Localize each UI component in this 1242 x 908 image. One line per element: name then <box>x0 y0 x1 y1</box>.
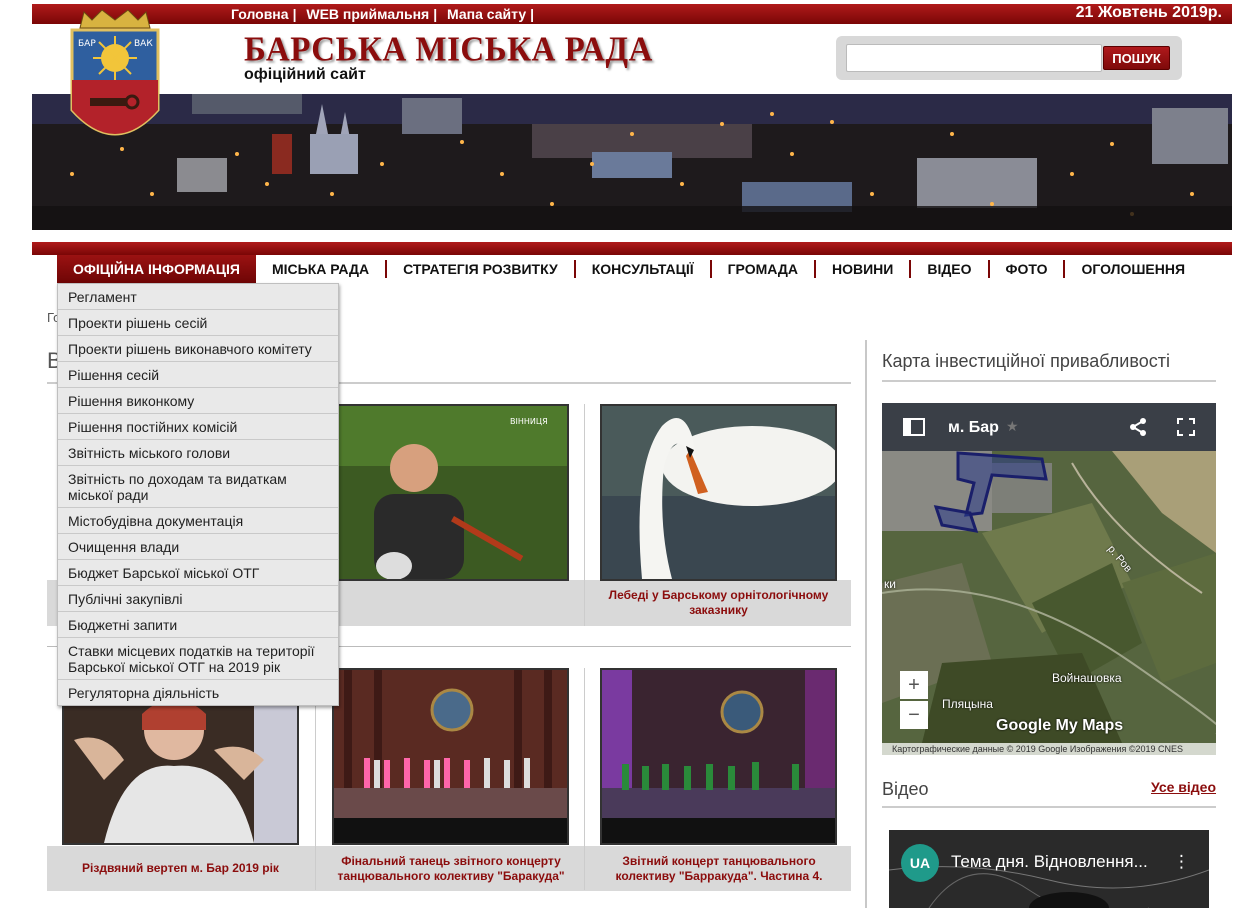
coat-of-arms-logo[interactable]: БАР ВАК <box>62 6 168 156</box>
nav-news[interactable]: НОВИНИ <box>816 255 909 283</box>
top-link-home[interactable]: Головна <box>231 6 289 22</box>
dropdown-item-executive-draft-decisions[interactable]: Проекти рішень виконавчого комітету <box>58 336 338 362</box>
share-icon[interactable] <box>1128 417 1148 437</box>
dropdown-item-public-procurement[interactable]: Публічні закупівлі <box>58 586 338 612</box>
video-thumb-swan[interactable] <box>600 404 837 581</box>
fullscreen-icon[interactable] <box>1176 417 1196 437</box>
dropdown-item-executive-decisions[interactable]: Рішення виконкому <box>58 388 338 414</box>
dropdown-item-income-expense-reports[interactable]: Звітність по доходам та видаткам міської… <box>58 466 338 508</box>
top-link-separator: | <box>530 6 535 22</box>
nav-official-info[interactable]: ОФІЦІЙНА ІНФОРМАЦІЯ <box>57 255 256 283</box>
nav-photo[interactable]: ФОТО <box>990 255 1064 283</box>
map-zoom-out-button[interactable]: − <box>900 701 928 729</box>
nav-development-strategy[interactable]: СТРАТЕГІЯ РОЗВИТКУ <box>387 255 574 283</box>
map-header: м. Бар ★ <box>882 403 1216 451</box>
all-videos-link[interactable]: Усе відео <box>1151 779 1216 795</box>
thumb-watermark: ВІННИЦЯ <box>510 417 548 426</box>
caption-final-dance[interactable]: Фінальний танець звітного концерту танцю… <box>326 846 576 891</box>
top-link-separator: | <box>433 6 438 22</box>
investment-map[interactable]: м. Бар ★ ки р. Ров Войнашовка Пляцына + … <box>882 403 1216 755</box>
dropdown-item-local-tax-rates[interactable]: Ставки місцевих податків на території Ба… <box>58 638 338 680</box>
top-link-sitemap[interactable]: Мапа сайту <box>447 6 526 22</box>
column-divider <box>865 340 867 908</box>
map-label-left: ки <box>884 577 896 591</box>
thumb-swan-image <box>602 406 835 579</box>
current-date: 21 Жовтень 2019р. <box>1075 4 1222 21</box>
thumb-final-dance-image <box>334 670 567 843</box>
star-icon[interactable]: ★ <box>1006 418 1019 435</box>
video-thumb-final-dance[interactable] <box>332 668 569 845</box>
caption-nativity-text[interactable]: Різдвяний вертеп м. Бар 2019 рік <box>62 846 299 891</box>
map-credit: Картографические данные © 2019 Google Из… <box>882 743 1216 755</box>
video-title-divider <box>882 806 1216 808</box>
more-options-icon[interactable]: ⋮ <box>1173 852 1190 872</box>
top-link-separator: | <box>292 6 297 22</box>
dropdown-item-lustration[interactable]: Очищення влади <box>58 534 338 560</box>
video-thumb-man[interactable]: ВІННИЦЯ <box>332 404 569 581</box>
caption-nativity[interactable]: Різдвяний вертеп м. Бар 2019 рік <box>62 846 299 891</box>
thumb-man-image: ВІННИЦЯ <box>334 406 567 579</box>
caption-swans[interactable]: Лебеді у Барському орнітологічному заказ… <box>600 580 837 626</box>
dropdown-item-budget-requests[interactable]: Бюджетні запити <box>58 612 338 638</box>
dropdown-item-regulations[interactable]: Регламент <box>58 284 338 310</box>
card-separator <box>584 668 585 890</box>
video-section-title: Відео <box>882 779 929 799</box>
dropdown-item-commission-decisions[interactable]: Рішення постійних комісій <box>58 414 338 440</box>
video-thumb-concert[interactable] <box>600 668 837 845</box>
dropdown-item-mayor-reports[interactable]: Звітність міського голови <box>58 440 338 466</box>
invest-map-title: Карта інвестиційної привабливості <box>882 351 1170 371</box>
dropdown-item-regulatory-activity[interactable]: Регуляторна діяльність <box>58 680 338 705</box>
nav-top-bar <box>32 242 1232 255</box>
search-box: ПОШУК <box>836 36 1182 80</box>
site-subtitle: офіційний сайт <box>244 66 366 83</box>
map-label-voinashovka: Войнашовка <box>1052 671 1122 685</box>
main-nav: ОФІЦІЙНА ІНФОРМАЦІЯ МІСЬКА РАДА СТРАТЕГІ… <box>57 255 1201 283</box>
dropdown-item-budget[interactable]: Бюджет Барської міської ОТГ <box>58 560 338 586</box>
coat-letters-left: БАР <box>78 39 96 49</box>
city-night-banner <box>32 94 1232 230</box>
caption-swans-text[interactable]: Лебеді у Барському орнітологічному заказ… <box>600 580 837 626</box>
video-title-text[interactable]: Тема дня. Відновлення... <box>951 852 1148 872</box>
top-bar: Головна | WEB приймальня | Мапа сайту | 21 … <box>32 4 1232 24</box>
nav-community[interactable]: ГРОМАДА <box>712 255 814 283</box>
nav-consultations[interactable]: КОНСУЛЬТАЦІЇ <box>576 255 710 283</box>
dropdown-item-session-decisions[interactable]: Рішення сесій <box>58 362 338 388</box>
map-legend-panel-icon[interactable] <box>902 417 926 437</box>
nav-announcements[interactable]: ОГОЛОШЕННЯ <box>1065 255 1201 283</box>
caption-concert[interactable]: Звітний концерт танцювального колективу … <box>588 846 850 891</box>
invest-title-divider <box>882 380 1216 382</box>
caption-final-dance-text[interactable]: Фінальний танець звітного концерту танцю… <box>326 846 576 891</box>
thumb-concert-image <box>602 670 835 843</box>
map-label-plyatsyna: Пляцына <box>942 697 993 711</box>
youtube-video-embed[interactable]: UA Тема дня. Відновлення... ⋮ <box>889 830 1209 908</box>
map-satellite-image <box>882 403 1216 755</box>
nav-video[interactable]: ВІДЕО <box>911 255 987 283</box>
google-my-maps-logo: Google My Maps <box>996 717 1124 734</box>
nav-city-council[interactable]: МІСЬКА РАДА <box>256 255 385 283</box>
caption-concert-text[interactable]: Звітний концерт танцювального колективу … <box>588 846 850 891</box>
map-zoom-in-button[interactable]: + <box>900 671 928 699</box>
official-info-dropdown: Регламент Проекти рішень сесій Проекти р… <box>57 283 339 706</box>
dropdown-item-urban-planning-docs[interactable]: Містобудівна документація <box>58 508 338 534</box>
map-title: м. Бар <box>948 419 999 436</box>
top-links: Головна | WEB приймальня | Мапа сайту | <box>231 6 540 22</box>
top-link-web-reception[interactable]: WEB приймальня <box>306 6 429 22</box>
coat-letters-right: ВАК <box>134 39 153 49</box>
city-night-image <box>32 94 1232 230</box>
search-input[interactable] <box>846 44 1102 72</box>
site-title[interactable]: БАРСЬКА МІСЬКА РАДА <box>244 31 653 70</box>
channel-logo[interactable]: UA <box>901 844 939 882</box>
search-button[interactable]: ПОШУК <box>1103 46 1170 70</box>
card-separator <box>584 404 585 626</box>
dropdown-item-session-draft-decisions[interactable]: Проекти рішень сесій <box>58 310 338 336</box>
